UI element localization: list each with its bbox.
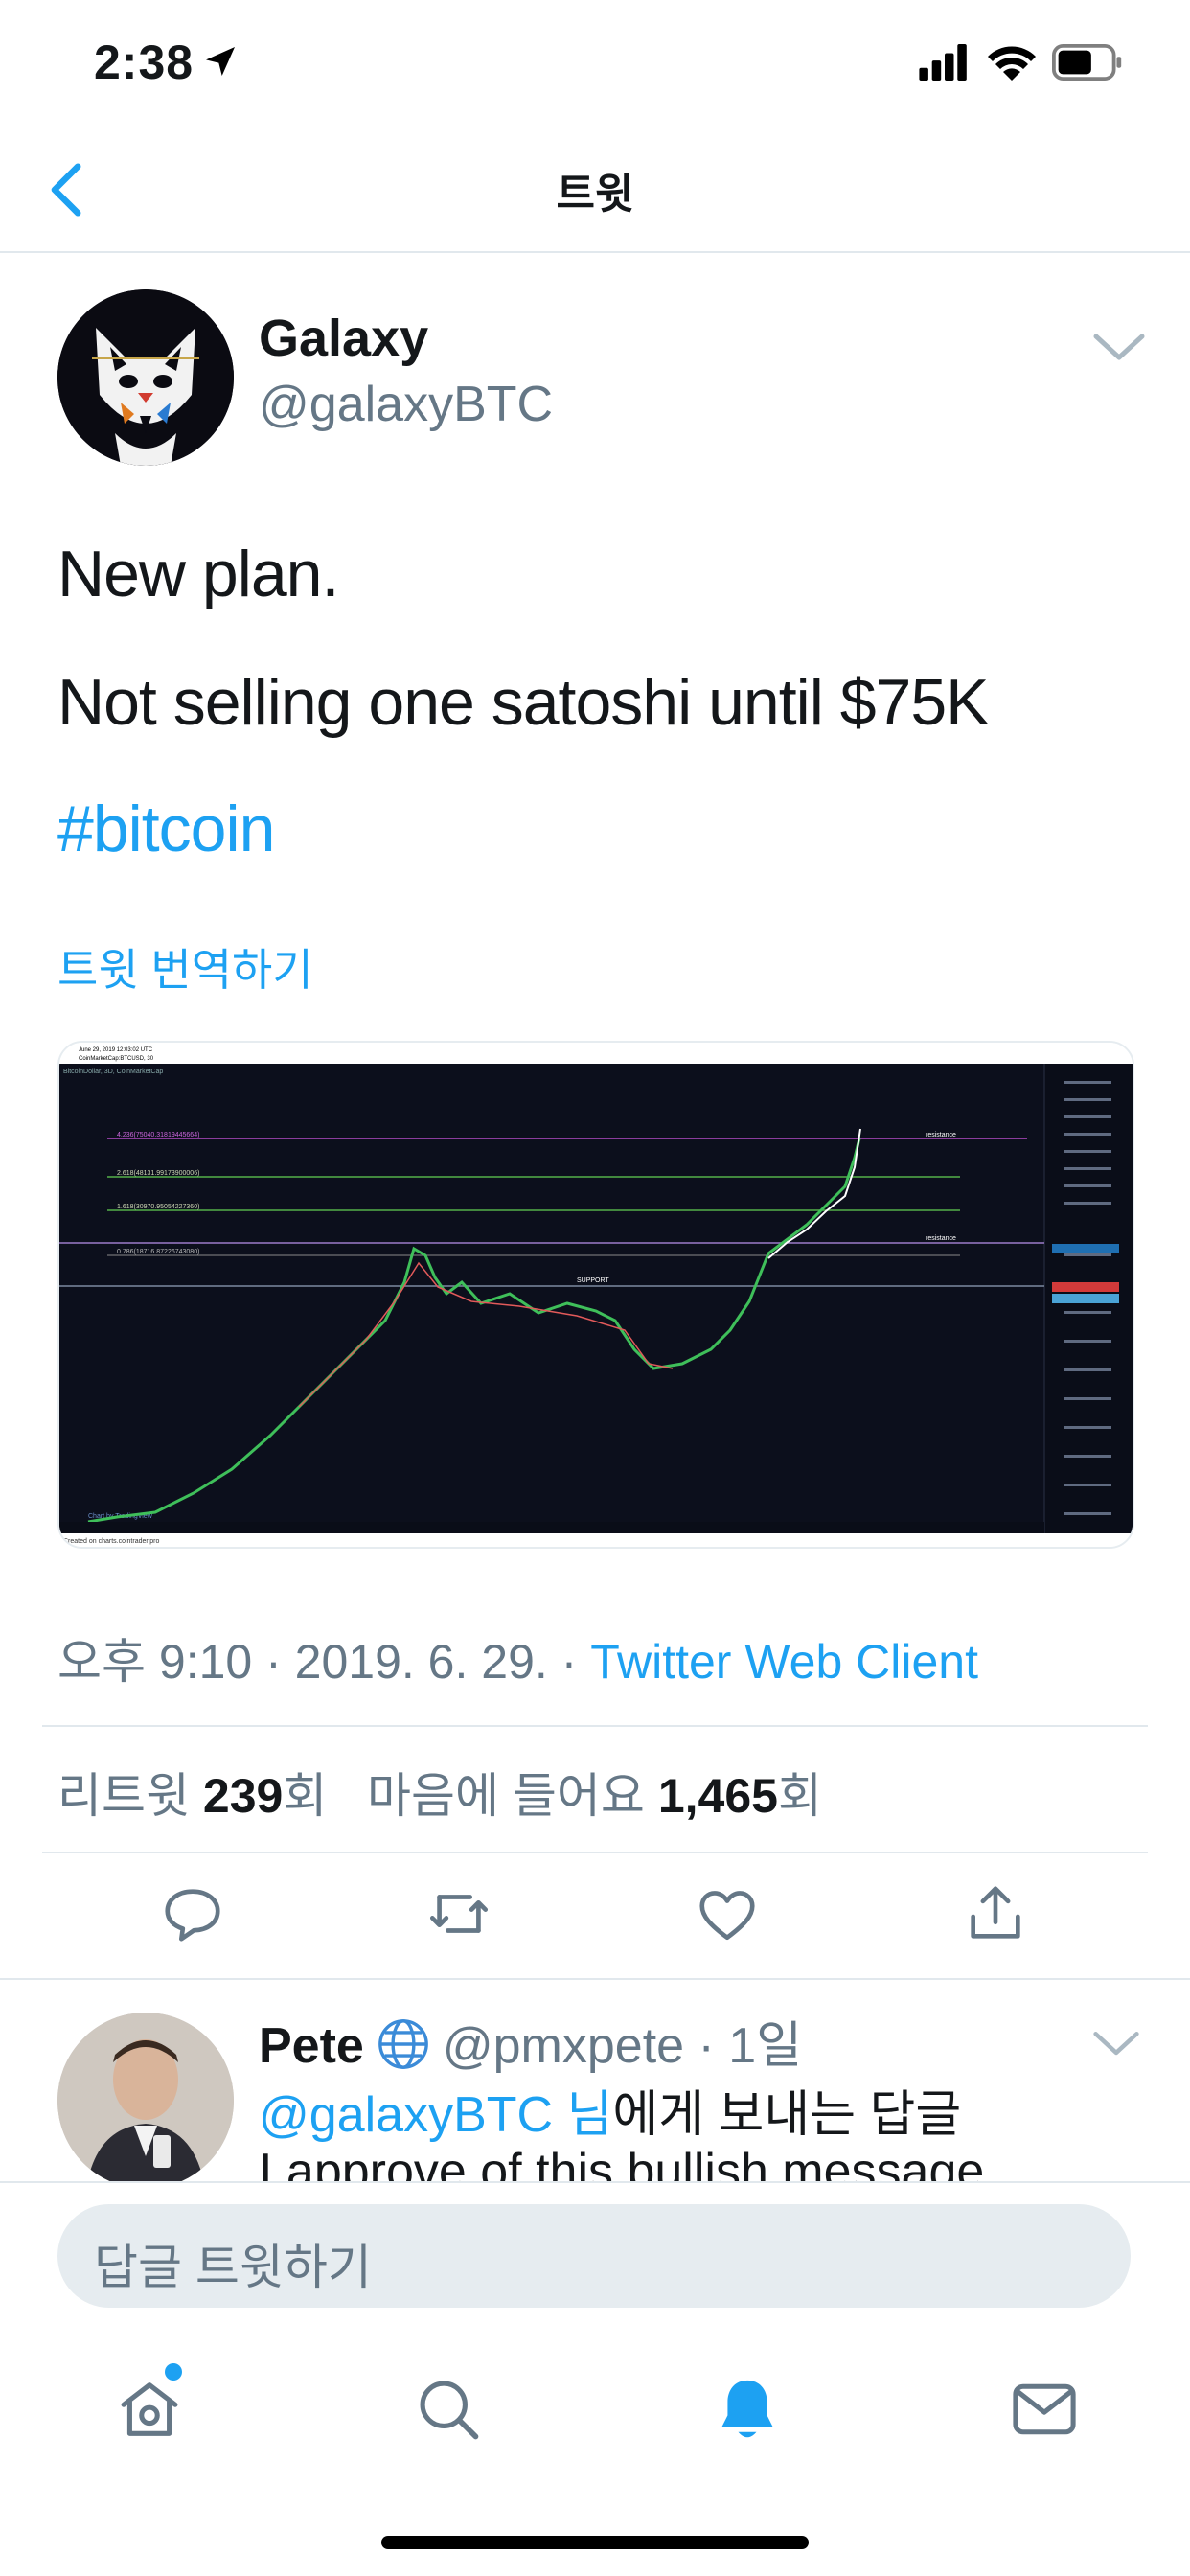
client-link[interactable]: Twitter Web Client [590, 1635, 978, 1689]
reply-text: I approve of this bullish message [259, 2144, 985, 2181]
likes-suffix: 회 [777, 1769, 822, 1823]
reply-header: Pete @pmxpete · 1일 [259, 2005, 802, 2077]
fib-level-label: 0.786(18716.87226743080) [117, 1249, 199, 1255]
tweet-time: 오후 9:10 [57, 1635, 253, 1689]
chart-footer: Created on charts.cointrader.pro [63, 1538, 159, 1545]
wifi-icon [988, 46, 1036, 80]
tweet-stats: 리트윗 239회 마음에 들어요 1,465회 [57, 1758, 822, 1827]
fib-level-label: 2.618(48131.99173900006) [117, 1170, 199, 1177]
reply-to-handle[interactable]: @galaxyBTC 님 [259, 2087, 612, 2143]
reply-input-placeholder: 답글 트윗하기 [94, 2241, 372, 2294]
page-title: 트윗 [556, 171, 634, 218]
person-photo-icon [57, 2012, 234, 2181]
tweet-text-line: New plan. [57, 538, 339, 610]
likes-stat[interactable]: 마음에 들어요 1,465회 [367, 1769, 822, 1823]
resistance-label: resistance [926, 1132, 956, 1138]
status-time: 2:38 [94, 35, 195, 89]
fib-level-label: 1.618(30970.95054227360) [117, 1204, 199, 1210]
reply-display-name[interactable]: Pete [259, 2018, 364, 2074]
share-icon[interactable] [962, 1880, 1029, 1947]
chevron-down-icon[interactable] [1092, 2030, 1140, 2058]
cat-illustration-icon [57, 289, 234, 466]
retweets-count: 239 [202, 1769, 284, 1823]
reply-to-text: 에게 보내는 답글 [612, 2087, 962, 2143]
avatar[interactable] [57, 2012, 234, 2181]
heart-icon[interactable] [694, 1880, 761, 1947]
divider [42, 1852, 1148, 1853]
divider [42, 1725, 1148, 1727]
tweet-date: 2019. 6. 29. [294, 1635, 548, 1689]
avatar[interactable] [57, 289, 234, 466]
reply-tweet[interactable]: Pete @pmxpete · 1일 @galaxyBTC 님에게 보내는 답글… [0, 1980, 1190, 2181]
mail-icon[interactable] [1008, 2373, 1081, 2446]
separator-dot: · [547, 1635, 591, 1689]
tweet-text-line: Not selling one satoshi until $75K [57, 666, 990, 739]
retweet-icon[interactable] [425, 1880, 492, 1947]
tweet-timestamp: 오후 9:10 · 2019. 6. 29. · Twitter Web Cli… [57, 1623, 978, 1692]
tweet-media-image[interactable]: June 29, 2019 12:03:02 UTC CoinMarketCap… [57, 1041, 1134, 1549]
bell-icon[interactable] [711, 2373, 784, 2446]
separator-dot: · [684, 2018, 729, 2074]
search-icon[interactable] [412, 2373, 485, 2446]
likes-label: 마음에 들어요 [367, 1769, 645, 1823]
new-content-dot [165, 2363, 182, 2380]
chart-top-text: June 29, 2019 12:03:02 UTC [79, 1047, 153, 1053]
signal-icon [919, 44, 967, 80]
retweets-stat[interactable]: 리트윗 239회 [57, 1769, 327, 1823]
reply-icon[interactable] [159, 1880, 226, 1947]
user-handle[interactable]: @galaxyBTC [259, 376, 553, 433]
globe-icon [378, 2019, 428, 2069]
fib-level-label: 4.236(75040.31819445664) [117, 1132, 199, 1138]
location-arrow-icon [206, 47, 235, 76]
separator-dot: · [252, 1635, 295, 1689]
retweets-label: 리트윗 [57, 1769, 190, 1823]
price-chart-image: June 29, 2019 12:03:02 UTC CoinMarketCap… [59, 1043, 1133, 1547]
retweets-suffix: 회 [283, 1769, 328, 1823]
reply-to-line: @galaxyBTC 님에게 보내는 답글 [259, 2074, 961, 2146]
chart-header-label: BitcoinDollar, 3D, CoinMarketCap [63, 1069, 163, 1075]
reply-handle[interactable]: @pmxpete [443, 2018, 684, 2074]
hashtag-link[interactable]: #bitcoin [57, 792, 275, 866]
chart-symbol: CoinMarketCap:BTCUSD, 30 [79, 1056, 154, 1062]
translate-tweet-link[interactable]: 트윗 번역하기 [57, 935, 313, 999]
battery-icon [1052, 44, 1122, 80]
likes-count: 1,465 [657, 1769, 778, 1823]
divider [0, 251, 1190, 253]
home-icon[interactable] [113, 2373, 186, 2446]
support-label: SUPPORT [577, 1277, 609, 1284]
resistance-label: resistance [926, 1235, 956, 1242]
display-name[interactable]: Galaxy [259, 309, 428, 368]
reply-age: 1일 [728, 2018, 803, 2074]
home-indicator [381, 2536, 809, 2549]
chevron-down-icon[interactable] [1092, 332, 1146, 364]
